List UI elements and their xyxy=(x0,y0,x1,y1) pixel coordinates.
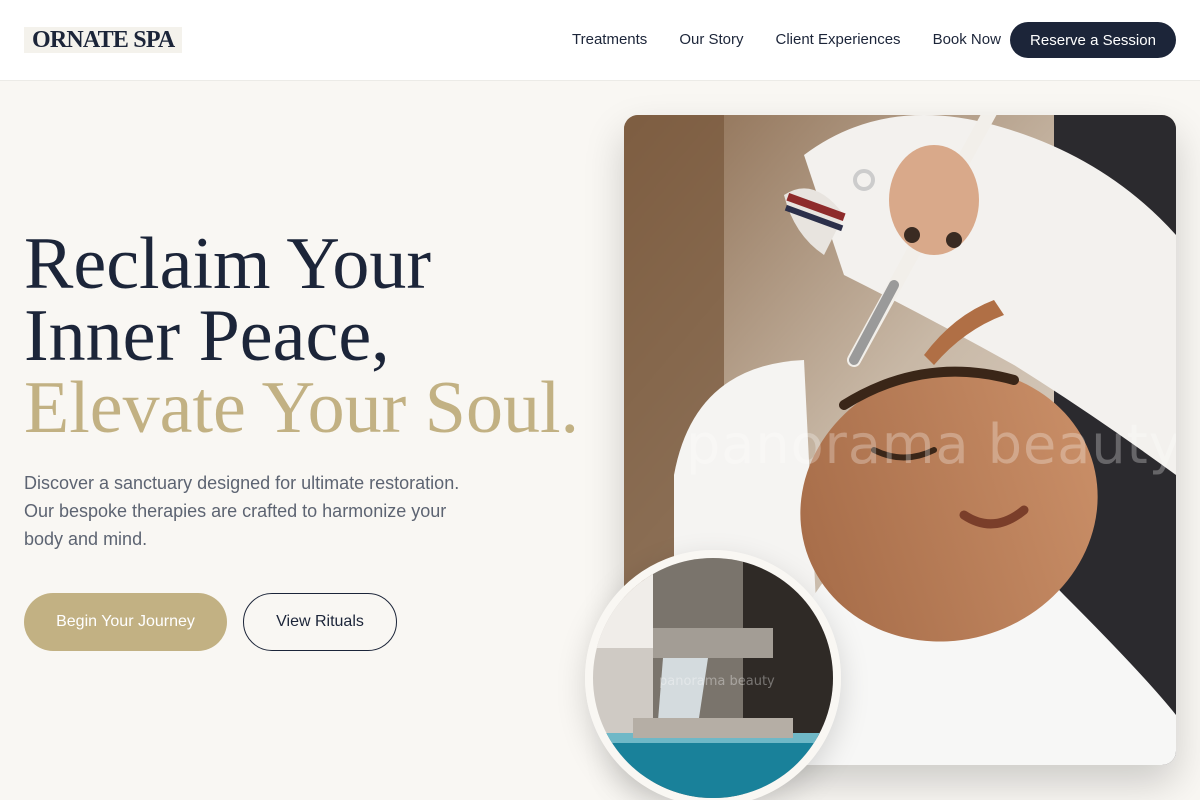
headline-line-2: Inner Peace, xyxy=(24,295,390,377)
nav-link-client-experiences[interactable]: Client Experiences xyxy=(776,31,901,49)
hero-headline: Reclaim Your Inner Peace, Elevate Your S… xyxy=(24,223,604,449)
brand-logo[interactable]: ORNATE SPA xyxy=(24,27,183,53)
hero-subtext: Discover a sanctuary designed for ultima… xyxy=(24,473,460,549)
inset-image-watermark: panorama beauty xyxy=(659,674,775,689)
water-feature-image: panorama beauty xyxy=(585,550,841,800)
headline-line-3: Elevate Your Soul. xyxy=(24,367,579,449)
main-nav: Treatments Our Story Client Experiences … xyxy=(572,31,1001,49)
nav-link-treatments[interactable]: Treatments xyxy=(572,31,647,49)
view-rituals-button[interactable]: View Rituals xyxy=(243,593,397,651)
reserve-session-button[interactable]: Reserve a Session xyxy=(1010,22,1176,58)
water-feature-illustration: panorama beauty xyxy=(593,558,833,798)
nav-link-book-now[interactable]: Book Now xyxy=(933,31,1001,49)
headline-line-1: Reclaim Your xyxy=(24,223,431,305)
main-image-watermark: panorama beauty xyxy=(686,413,1176,476)
site-header: ORNATE SPA Treatments Our Story Client E… xyxy=(0,0,1200,81)
nav-link-our-story[interactable]: Our Story xyxy=(679,31,743,49)
begin-journey-button[interactable]: Begin Your Journey xyxy=(24,593,227,651)
